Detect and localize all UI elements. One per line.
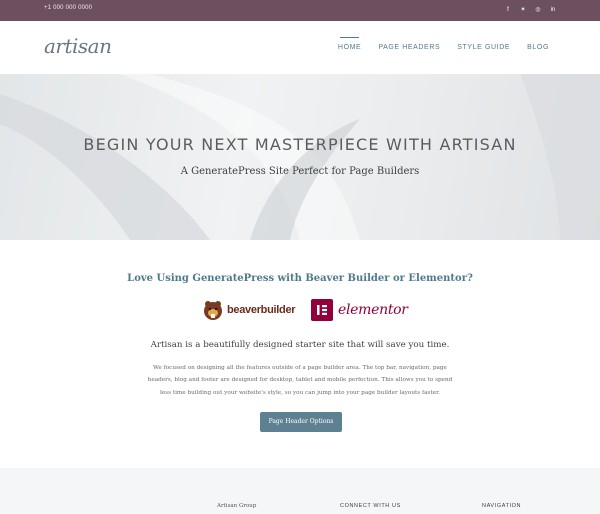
- elementor-icon: [311, 299, 333, 321]
- elementor-wordmark: elementor: [338, 302, 408, 318]
- main-content: Love Using GeneratePress with Beaver Bui…: [0, 240, 600, 468]
- nav-item-page-headers[interactable]: PAGE HEADERS: [378, 42, 440, 51]
- hero-section: BEGIN YOUR NEXT MASTERPIECE WITH ARTISAN…: [0, 74, 600, 240]
- page-builders-heading: Love Using GeneratePress with Beaver Bui…: [127, 273, 473, 284]
- nav-item-style-guide[interactable]: STYLE GUIDE: [457, 42, 510, 51]
- intro-text: Artisan is a beautifully designed starte…: [150, 340, 450, 350]
- social-links: f ✶ ◎ in: [505, 5, 556, 15]
- instagram-icon[interactable]: ◎: [535, 5, 541, 15]
- footer-company-name: Artisan Group: [217, 503, 257, 509]
- nav-item-blog[interactable]: BLOG: [527, 42, 549, 51]
- footer-navigation-heading: NAVIGATION: [482, 503, 522, 509]
- top-bar: +1 000 000 0000 f ✶ ◎ in: [0, 0, 600, 21]
- beaver-icon: [204, 301, 222, 320]
- beaver-builder-wordmark: beaverbuilder: [227, 304, 296, 316]
- twitter-icon[interactable]: ✶: [520, 5, 526, 15]
- phone-number[interactable]: +1 000 000 0000: [44, 5, 92, 11]
- beaver-builder-logo[interactable]: beaverbuilder: [202, 299, 296, 321]
- site-footer: Artisan Group CONNECT WITH US NAVIGATION: [0, 468, 600, 514]
- site-logo[interactable]: artisan: [44, 34, 112, 58]
- hero-background-art: [0, 74, 600, 240]
- footer-connect-heading: CONNECT WITH US: [340, 503, 401, 509]
- main-navigation: HOME PAGE HEADERS STYLE GUIDE BLOG: [338, 37, 549, 51]
- linkedin-icon[interactable]: in: [550, 5, 556, 15]
- nav-item-home[interactable]: HOME: [338, 37, 361, 51]
- site-header: artisan HOME PAGE HEADERS STYLE GUIDE BL…: [0, 21, 600, 74]
- page-header-options-button[interactable]: Page Header Options: [260, 412, 342, 432]
- elementor-logo[interactable]: elementor: [311, 299, 408, 321]
- description-paragraph: We focused on designing all the features…: [147, 365, 453, 396]
- facebook-icon[interactable]: f: [505, 5, 511, 15]
- hero-subtitle: A GeneratePress Site Perfect for Page Bu…: [180, 166, 420, 177]
- hero-title: BEGIN YOUR NEXT MASTERPIECE WITH ARTISAN: [83, 135, 517, 154]
